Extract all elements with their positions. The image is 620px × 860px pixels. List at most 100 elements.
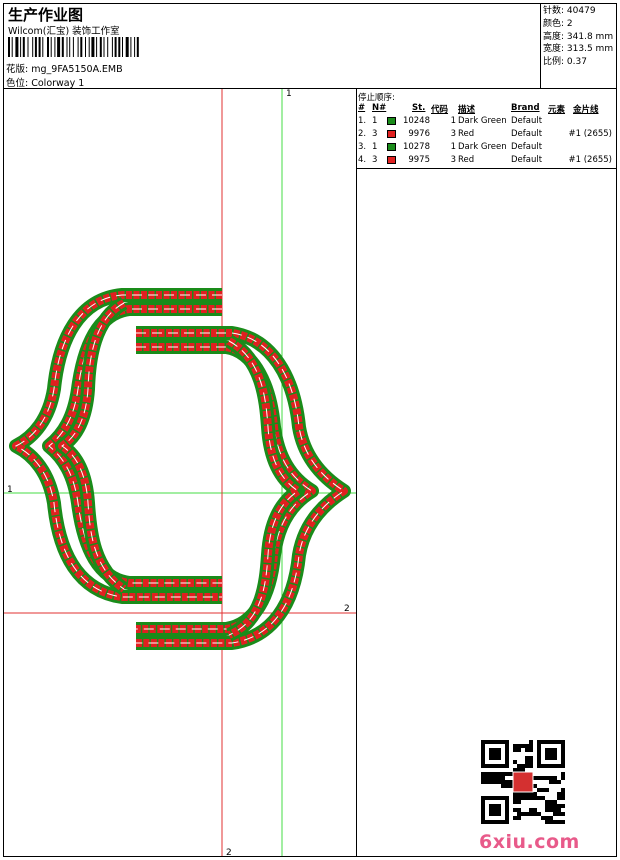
- col-header-brand: Brand: [511, 103, 540, 113]
- barcode-bar: [88, 37, 90, 57]
- stop-sequence-title: 停止顺序:: [358, 93, 395, 103]
- barcode-bar: [99, 37, 102, 57]
- col-header-code: 代码: [431, 105, 449, 115]
- cell-num: 3.: [358, 142, 367, 152]
- cell-desc: Dark Green: [458, 116, 507, 126]
- cell-n: 1: [372, 142, 378, 152]
- cell-num: 4.: [358, 155, 367, 165]
- stats-divider: [540, 3, 541, 88]
- watermark: 6xiu.com: [479, 831, 580, 853]
- col-header-sequin: 金片线: [573, 105, 599, 115]
- cell-st: 9976: [408, 129, 430, 139]
- cell-n: 3: [372, 155, 378, 165]
- cell-num: 2.: [358, 129, 367, 139]
- stat-colors: 颜色: 2: [543, 18, 573, 29]
- barcode-bar: [118, 37, 121, 57]
- barcode-bar: [32, 37, 34, 57]
- col-header-element: 元素: [548, 105, 566, 115]
- barcode-bar: [77, 37, 79, 57]
- barcode-bar: [42, 37, 44, 57]
- barcode-bar: [15, 37, 19, 57]
- barcode-bar: [91, 37, 95, 57]
- barcode-bar: [136, 37, 139, 57]
- guide-red-h-label: 2: [344, 604, 350, 614]
- barcode-bar: [11, 37, 13, 57]
- barcode-bar: [72, 37, 74, 57]
- barcode-bar: [8, 37, 10, 57]
- stop-sequence-table: 停止顺序: # N# St. 代码 描述 Brand 元素 金片线 1. 1 102…: [358, 91, 616, 167]
- color-swatch: [387, 143, 396, 151]
- barcode-bar: [27, 37, 29, 57]
- barcode-bar: [103, 37, 105, 57]
- col-header-num: #: [358, 103, 366, 113]
- page-title: 生产作业图: [8, 6, 84, 24]
- colorway-value: Colorway 1: [31, 78, 85, 89]
- cell-desc: Red: [458, 155, 475, 165]
- barcode-bar: [61, 37, 64, 57]
- guide-green-v-label: 1: [286, 89, 292, 99]
- cell-seq: #1 (2655): [568, 129, 613, 139]
- stat-stitches: 针数: 40479: [543, 6, 596, 16]
- col-header-st: St.: [412, 103, 426, 113]
- barcode-bar: [50, 37, 52, 57]
- cell-brand: Default: [511, 129, 543, 139]
- guide-green-h-label: 1: [7, 485, 13, 495]
- colorway-label: 色位:: [6, 78, 32, 89]
- cell-n: 3: [372, 129, 378, 139]
- cell-desc: Dark Green: [458, 142, 507, 152]
- barcode-bar: [125, 37, 129, 57]
- qr-logo: [512, 771, 534, 793]
- barcode-bar: [54, 37, 56, 57]
- barcode-bar: [69, 37, 71, 57]
- color-swatch: [387, 156, 396, 164]
- barcode-bar: [111, 37, 113, 57]
- design-label: 花版:: [6, 64, 32, 75]
- stats-panel: 针数: 40479 颜色: 2 高度: 341.8 mm 宽度: 313.5 m…: [543, 5, 613, 69]
- cell-code: 3: [450, 155, 456, 165]
- cell-brand: Default: [511, 142, 543, 152]
- cell-n: 1: [372, 116, 378, 126]
- barcode-bar: [22, 37, 25, 57]
- barcode-bar: [66, 37, 68, 57]
- barcode-bar: [34, 37, 37, 57]
- barcode-bar: [96, 37, 98, 57]
- cell-st: 9975: [408, 155, 430, 165]
- qr-code: [481, 740, 565, 824]
- barcode-bar: [114, 37, 117, 57]
- cell-num: 1.: [358, 116, 367, 126]
- stat-scale: 比例: 0.37: [543, 57, 587, 68]
- cell-st: 10248: [402, 116, 430, 126]
- cell-st: 10278: [402, 142, 430, 152]
- cell-seq: #1 (2655): [568, 155, 613, 165]
- cell-code: 3: [450, 129, 456, 139]
- cell-code: 1: [450, 142, 456, 152]
- cell-desc: Red: [458, 129, 475, 139]
- barcode-bar: [20, 37, 22, 57]
- stat-height: 高度: 341.8 mm: [543, 31, 614, 42]
- guide-red-v-label: 2: [226, 848, 232, 856]
- design-name: 花版: mg_9FA5150A.EMB: [6, 61, 123, 75]
- barcode: [8, 37, 139, 57]
- col-header-desc: 描述: [458, 105, 476, 115]
- colorway: 色位: Colorway 1: [6, 75, 84, 89]
- embroidery-motif: [9, 288, 351, 650]
- design-canvas[interactable]: 1 1 2 2: [4, 89, 356, 856]
- barcode-bar: [134, 37, 136, 57]
- studio-subtitle: Wilcom(汇宝) 装饰工作室: [8, 26, 120, 37]
- barcode-bar: [122, 37, 123, 57]
- col-header-n: N#: [372, 103, 387, 113]
- barcode-bar: [130, 37, 132, 57]
- design-value: mg_9FA5150A.EMB: [31, 64, 123, 75]
- barcode-bar: [57, 37, 61, 57]
- cell-brand: Default: [511, 155, 543, 165]
- color-swatch: [387, 117, 396, 125]
- barcode-bar: [47, 37, 49, 57]
- stat-width: 宽度: 313.5 mm: [543, 44, 614, 55]
- barcode-bar: [107, 37, 109, 57]
- barcode-bar: [85, 37, 86, 57]
- cell-code: 1: [450, 116, 456, 126]
- table-divider: [356, 89, 357, 857]
- cell-brand: Default: [511, 116, 543, 126]
- barcode-bar: [38, 37, 41, 57]
- table-bottom-divider: [357, 168, 617, 169]
